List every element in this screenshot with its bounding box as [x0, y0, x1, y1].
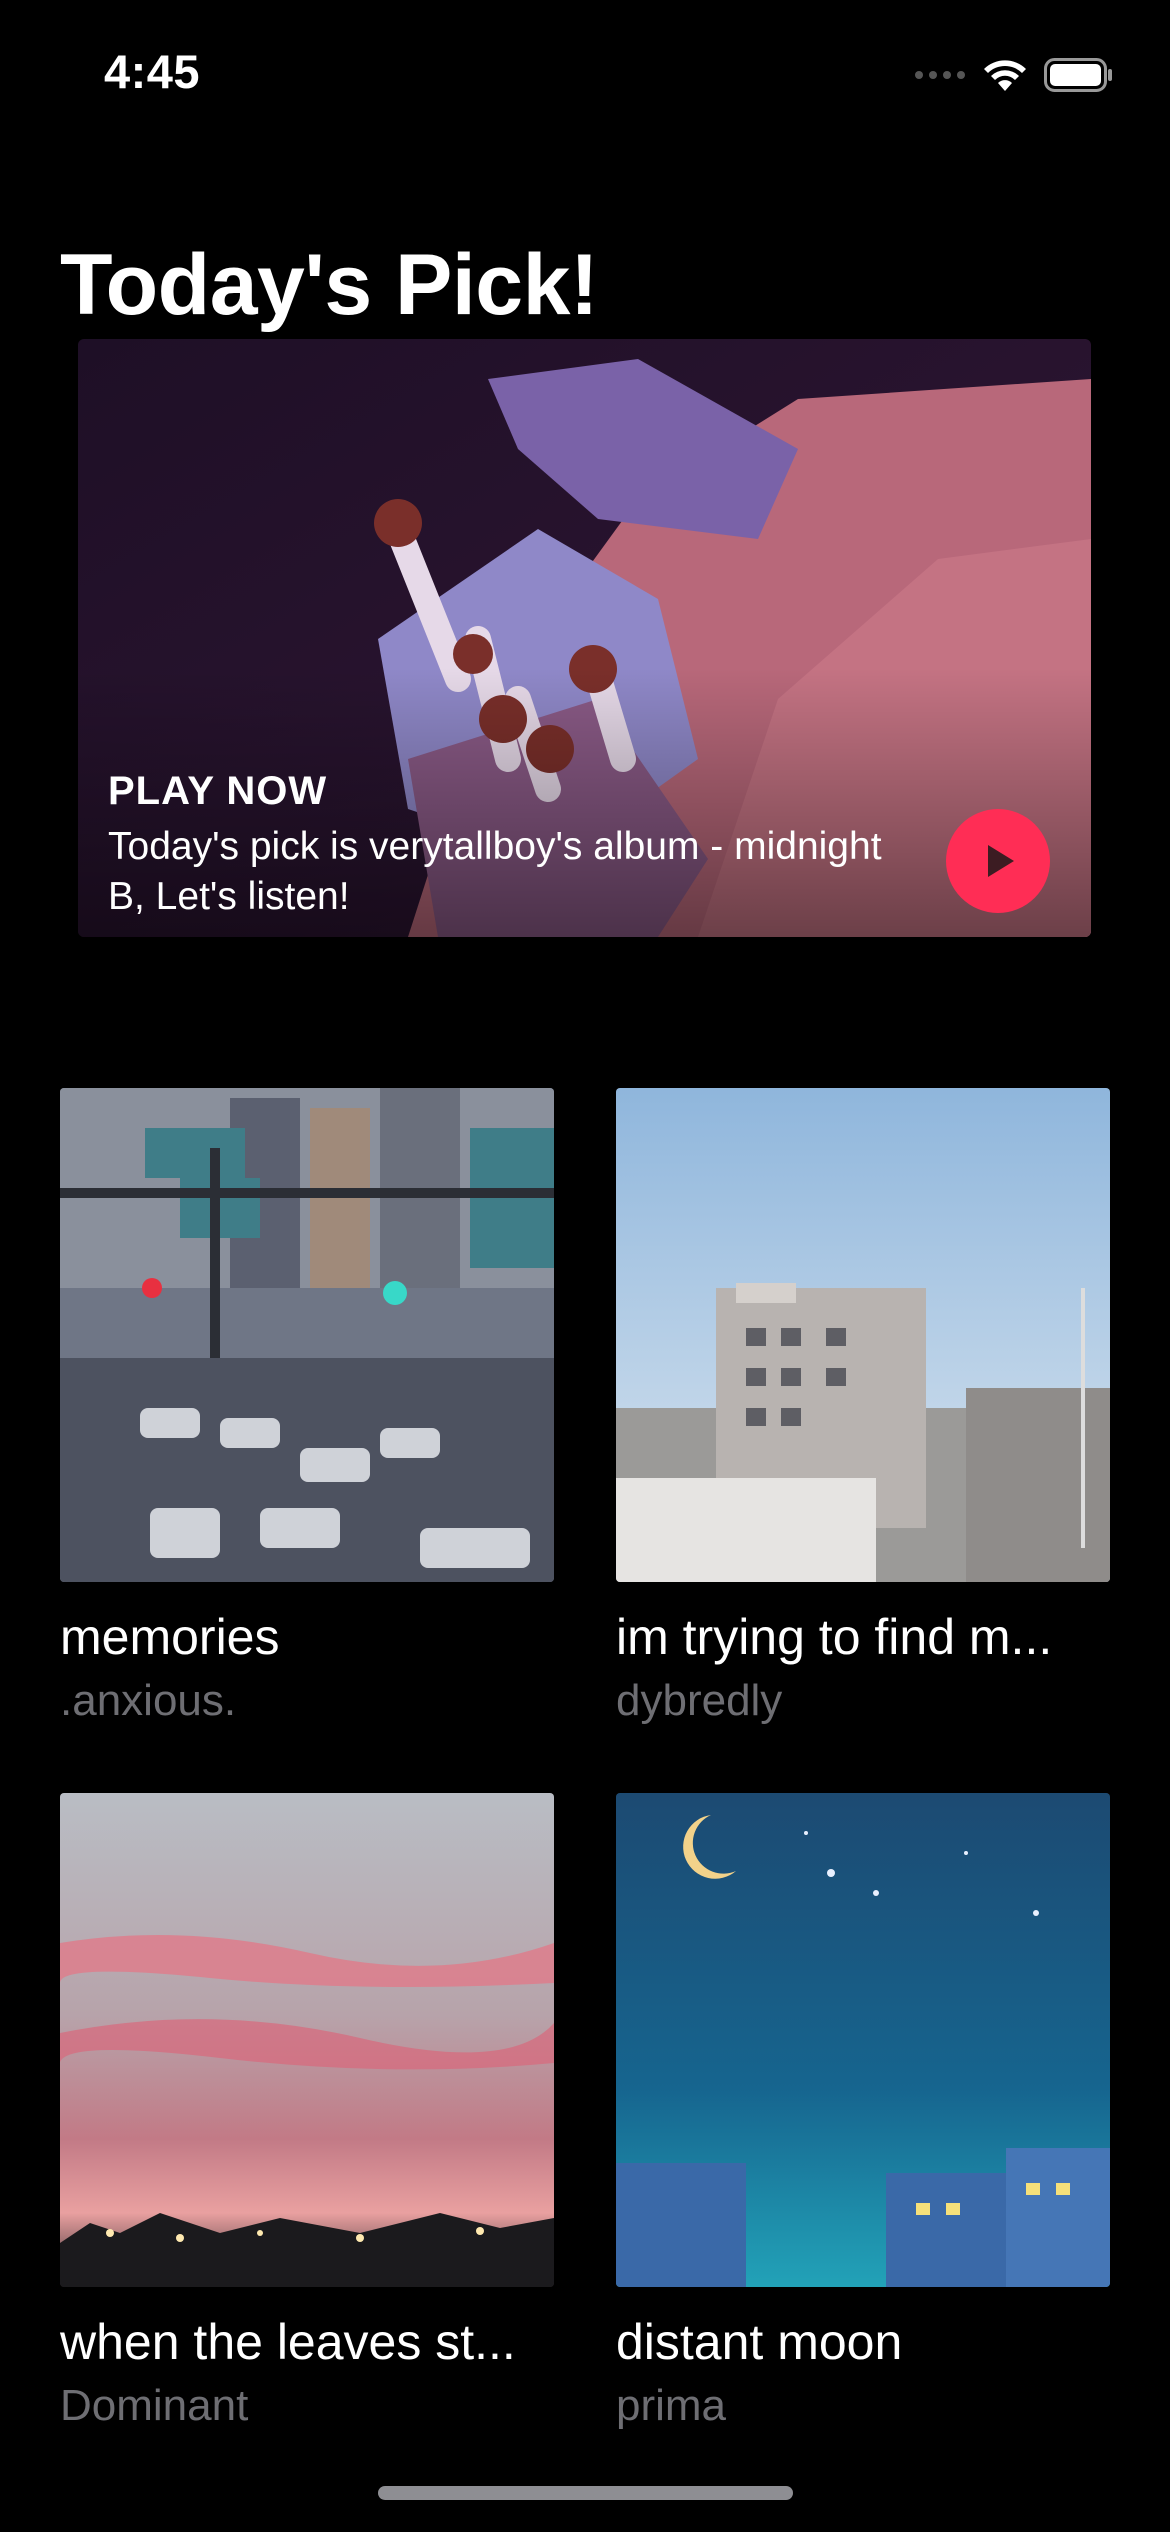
album-artwork: [616, 1793, 1110, 2287]
album-title: memories: [60, 1609, 280, 1665]
status-icons: [914, 52, 1114, 102]
album-artist: .anxious.: [60, 1676, 237, 1725]
cellular-icon: [914, 68, 966, 87]
play-icon: [988, 845, 1014, 877]
status-time: 4:45: [104, 45, 201, 98]
play-button[interactable]: [946, 809, 1050, 913]
album-title: when the leaves st...: [60, 2314, 516, 2370]
album-artwork: [60, 1088, 554, 1582]
featured-text: PLAY NOW Today's pick is verytallboy's a…: [108, 769, 928, 922]
album-artwork: [616, 1088, 1110, 1582]
album-artwork: [60, 1793, 554, 2287]
album-artist: prima: [616, 2381, 727, 2430]
featured-card[interactable]: PLAY NOW Today's pick is verytallboy's a…: [78, 339, 1091, 937]
battery-icon: [1044, 57, 1114, 97]
featured-description: Today's pick is verytallboy's album - mi…: [108, 825, 882, 918]
album-card[interactable]: memories .anxious.: [60, 1088, 554, 1726]
play-now-label: PLAY NOW: [108, 769, 328, 813]
home-indicator[interactable]: [378, 2486, 793, 2500]
album-title: distant moon: [616, 2314, 903, 2370]
album-card[interactable]: distant moon prima: [616, 1793, 1110, 2431]
album-title: im trying to find m...: [616, 1609, 1053, 1665]
page-title: Today's Pick!: [60, 237, 599, 333]
album-artist: Dominant: [60, 2381, 249, 2430]
status-bar: 4:45: [0, 0, 1170, 150]
wifi-icon: [982, 57, 1028, 98]
album-card[interactable]: when the leaves st... Dominant: [60, 1793, 554, 2431]
album-artist: dybredly: [616, 1676, 783, 1725]
album-card[interactable]: im trying to find m... dybredly: [616, 1088, 1110, 1726]
